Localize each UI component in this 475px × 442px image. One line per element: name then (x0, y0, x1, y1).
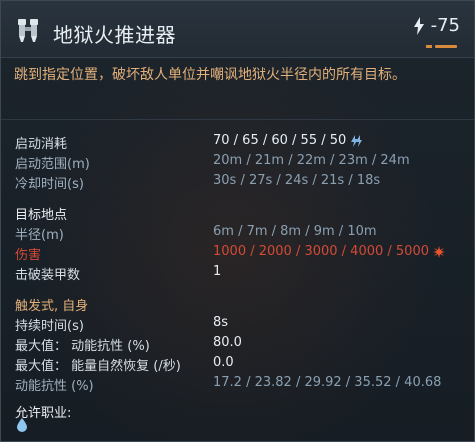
explosion-icon (433, 245, 445, 258)
stat-value: 30s / 27s / 24s / 21s / 18s (213, 173, 381, 188)
stat-row-max-regen: 最大值： 能量自然恢复 (/秒) 0.0 (15, 355, 465, 375)
stat-value: 20m / 21m / 22m / 23m / 24m (213, 153, 410, 168)
stat-value: 0.0 (213, 355, 234, 370)
ability-tooltip: 地狱火推进器 -75 跳到指定位置，破坏敌人单位并嘲讽地狱火半径内的所有目标。 … (0, 0, 475, 442)
stat-label: 冷却时间(s) (15, 177, 84, 192)
stat-label: 击破装甲数 (15, 268, 81, 283)
activation-cost-row: 启动消耗 70 / 65 / 60 / 55 / 50 (15, 133, 465, 153)
section-title-trigger: 触发式, 自身 (15, 299, 89, 314)
tooltip-header: 地狱火推进器 -75 (1, 1, 474, 58)
stat-label: 最大值： 动能抗性 (%) (15, 339, 150, 354)
stat-value: 17.2 / 23.82 / 29.92 / 35.52 / 40.68 (213, 375, 442, 390)
stat-row-cooldown: 冷却时间(s) 30s / 27s / 24s / 21s / 18s (15, 173, 465, 193)
water-drop-icon (17, 418, 27, 432)
energy-cost-value: -75 (430, 15, 460, 36)
stat-value: 6m / 7m / 8m / 9m / 10m (213, 224, 377, 239)
stat-row-kinetic-resist: 动能抗性 (%) 17.2 / 23.82 / 29.92 / 35.52 / … (15, 375, 465, 395)
energy-cost: -75 (413, 15, 460, 36)
stat-label: 半径(m) (15, 228, 64, 243)
section-title-target: 目标地点 (15, 208, 68, 223)
stat-label: 动能抗性 (%) (15, 379, 94, 394)
stat-row-radius: 半径(m) 6m / 7m / 8m / 9m / 10m (15, 224, 465, 244)
stat-value: 8s (213, 315, 229, 330)
energy-icon (351, 134, 363, 147)
stat-row-max-kinetic: 最大值： 动能抗性 (%) 80.0 (15, 335, 465, 355)
stat-label: 持续时间(s) (15, 319, 84, 334)
ability-description: 跳到指定位置，破坏敌人单位并嘲讽地狱火半径内的所有目标。 (14, 67, 406, 83)
stat-label: 伤害 (15, 248, 42, 263)
cost-indicator-small (426, 45, 432, 48)
stat-row-damage: 伤害 1000 / 2000 / 3000 / 4000 / 5000 (15, 244, 465, 264)
ability-title: 地狱火推进器 (53, 23, 176, 47)
cost-indicator (435, 45, 457, 48)
divider (1, 119, 474, 120)
lightning-icon (413, 16, 424, 35)
stat-row-armor-break: 击破装甲数 1 (15, 264, 465, 284)
activation-cost-value: 70 / 65 / 60 / 55 / 50 (213, 133, 363, 148)
section-title-activation: 启动消耗 (15, 137, 68, 152)
jetpack-icon (18, 19, 38, 42)
stat-row-duration: 持续时间(s) 8s (15, 315, 465, 335)
stat-label: 最大值： 能量自然恢复 (/秒) (15, 359, 181, 374)
damage-value: 1000 / 2000 / 3000 / 4000 / 5000 (213, 244, 445, 259)
stat-label: 启动范围(m) (15, 157, 90, 172)
stat-value: 80.0 (213, 335, 242, 350)
stat-value: 1 (213, 264, 222, 279)
stat-row-range: 启动范围(m) 20m / 21m / 22m / 23m / 24m (15, 153, 465, 173)
